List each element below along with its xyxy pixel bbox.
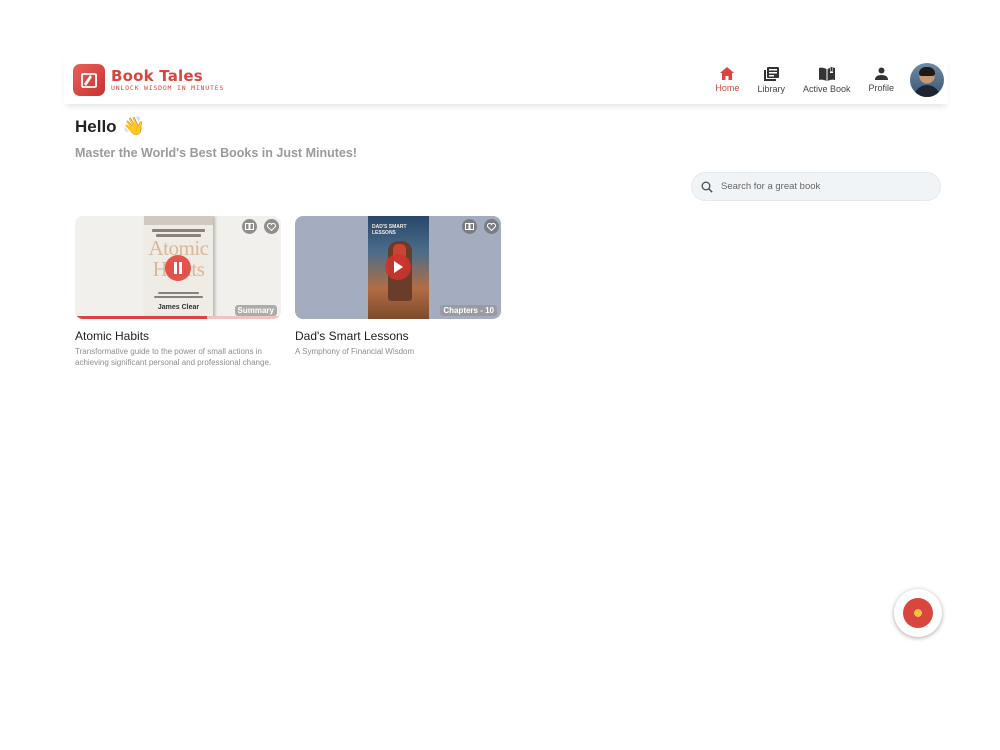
book-icon bbox=[465, 223, 474, 230]
read-book-button[interactable] bbox=[462, 219, 477, 234]
search-input[interactable] bbox=[721, 181, 921, 192]
library-icon bbox=[763, 66, 779, 81]
home-icon bbox=[720, 67, 735, 80]
search-icon bbox=[701, 181, 713, 193]
nav-profile[interactable]: Profile bbox=[868, 67, 894, 93]
chapters-badge: Chapters - 10 bbox=[440, 305, 497, 316]
person-icon bbox=[874, 67, 888, 80]
greeting-hello: Hello bbox=[75, 116, 117, 136]
book-tales-logo-icon bbox=[73, 64, 105, 96]
app-root: Book Tales UNLOCK WISDOM IN MINUTES Home… bbox=[64, 56, 948, 367]
nav-active-book-label: Active Book bbox=[802, 83, 851, 94]
brand[interactable]: Book Tales UNLOCK WISDOM IN MINUTES bbox=[73, 64, 224, 96]
book-grid: Atomic Habits James Clear Summary Atomic… bbox=[75, 216, 515, 368]
book-card-dads-smart-lessons[interactable]: DAD'S SMART LESSONS Chapters - 10 Dad's … bbox=[295, 216, 501, 368]
book-title[interactable]: Atomic Habits bbox=[75, 329, 281, 343]
read-book-button[interactable] bbox=[242, 219, 257, 234]
nav-active-book[interactable]: Active Book bbox=[802, 66, 851, 94]
book-icon bbox=[245, 223, 254, 230]
book-card-atomic-habits[interactable]: Atomic Habits James Clear Summary Atomic… bbox=[75, 216, 281, 368]
main-nav: Home Library Active Book Profile bbox=[697, 56, 948, 104]
nav-profile-label: Profile bbox=[868, 83, 894, 93]
nav-library-label: Library bbox=[757, 83, 785, 94]
book-thumbnail[interactable]: Atomic Habits James Clear Summary bbox=[75, 216, 281, 319]
brand-tagline: UNLOCK WISDOM IN MINUTES bbox=[111, 84, 225, 92]
progress-fill bbox=[75, 316, 207, 319]
open-book-icon bbox=[818, 66, 835, 81]
favorite-button[interactable] bbox=[484, 219, 499, 234]
nav-home[interactable]: Home bbox=[715, 67, 739, 93]
search-bar[interactable] bbox=[691, 172, 941, 201]
listening-progress bbox=[75, 316, 281, 319]
favorite-button[interactable] bbox=[264, 219, 279, 234]
summary-badge: Summary bbox=[234, 305, 277, 316]
book-description: A Symphony of Financial Wisdom bbox=[295, 347, 415, 356]
heart-icon bbox=[487, 222, 496, 231]
play-icon bbox=[394, 261, 403, 273]
pause-icon bbox=[174, 262, 182, 274]
greeting-title: Hello 👋 bbox=[75, 116, 948, 137]
nav-home-label: Home bbox=[715, 83, 740, 93]
brand-title: Book Tales bbox=[111, 67, 203, 85]
book-thumbnail[interactable]: DAD'S SMART LESSONS Chapters - 10 bbox=[295, 216, 501, 319]
nav-library[interactable]: Library bbox=[757, 66, 785, 94]
wave-icon: 👋 bbox=[122, 116, 145, 136]
vinyl-disc-icon bbox=[903, 598, 933, 628]
user-avatar[interactable] bbox=[910, 63, 944, 97]
greeting-subtitle: Master the World's Best Books in Just Mi… bbox=[75, 146, 357, 160]
cover-author: James Clear bbox=[157, 304, 200, 311]
book-title[interactable]: Dad's Smart Lessons bbox=[295, 329, 501, 343]
heart-icon bbox=[267, 222, 276, 231]
cover-title: DAD'S SMART LESSONS bbox=[372, 224, 407, 236]
book-description: Transformative guide to the power of sma… bbox=[75, 347, 272, 367]
greeting-section: Hello 👋 Master the World's Best Books in… bbox=[75, 116, 948, 160]
now-playing-disc-button[interactable] bbox=[894, 589, 942, 637]
play-button[interactable] bbox=[385, 254, 411, 280]
pause-button[interactable] bbox=[165, 255, 191, 281]
top-header: Book Tales UNLOCK WISDOM IN MINUTES Home… bbox=[64, 56, 948, 104]
